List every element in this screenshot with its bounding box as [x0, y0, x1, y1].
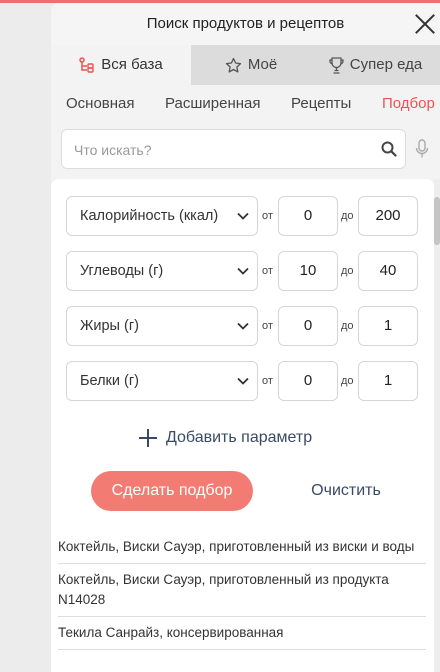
- subtab-basic[interactable]: Основная: [66, 85, 135, 123]
- results-list: Коктейль, Виски Сауэр, приготовленный из…: [58, 531, 426, 650]
- dialog-title: Поиск продуктов и рецептов: [51, 3, 440, 45]
- trophy-icon: [329, 56, 344, 74]
- subtab-bar: Основная Расширенная Рецепты Подбор: [51, 85, 440, 123]
- parameter-value: Углеводы (г): [80, 263, 164, 279]
- tab-super-food[interactable]: Супер еда: [311, 45, 440, 85]
- tab-label: Моё: [247, 56, 278, 73]
- subtab-advanced[interactable]: Расширенная: [165, 85, 260, 123]
- to-label: до: [341, 320, 354, 332]
- parameter-select[interactable]: Белки (г): [66, 361, 258, 401]
- chevron-down-icon: [237, 377, 249, 385]
- parameter-value: Жиры (г): [80, 318, 139, 334]
- min-value-input[interactable]: 10: [278, 251, 338, 291]
- tab-all-database[interactable]: Вся база: [51, 45, 191, 85]
- filter-row: Жиры (г) от 0 до 1: [66, 306, 418, 346]
- from-label: от: [262, 265, 273, 277]
- chevron-down-icon: [237, 322, 249, 330]
- min-value-input[interactable]: 0: [278, 306, 338, 346]
- chevron-down-icon: [237, 267, 249, 275]
- from-label: от: [262, 210, 273, 222]
- subtab-selection[interactable]: Подбор: [382, 85, 435, 123]
- filter-row: Белки (г) от 0 до 1: [66, 361, 418, 401]
- tab-label: Супер еда: [349, 56, 423, 73]
- parameter-select[interactable]: Углеводы (г): [66, 251, 258, 291]
- search-input[interactable]: [72, 130, 376, 170]
- from-label: от: [262, 375, 273, 387]
- to-label: до: [341, 375, 354, 387]
- search-icon[interactable]: [381, 141, 397, 157]
- submit-selection-button[interactable]: Сделать подбор: [91, 471, 253, 511]
- search-box: [61, 129, 406, 170]
- microphone-icon[interactable]: [415, 139, 429, 159]
- max-value-input[interactable]: 200: [358, 196, 418, 236]
- parameter-value: Белки (г): [80, 373, 139, 389]
- filter-row: Калорийность (ккал) от 0 до 200: [66, 196, 418, 236]
- close-icon[interactable]: [413, 12, 437, 36]
- min-value-input[interactable]: 0: [278, 196, 338, 236]
- scrollbar[interactable]: [434, 179, 440, 672]
- clear-button[interactable]: Очистить: [276, 471, 416, 511]
- plus-icon: [139, 429, 157, 447]
- scrollbar-thumb[interactable]: [434, 197, 440, 245]
- star-icon: [225, 57, 241, 73]
- to-label: до: [341, 265, 354, 277]
- list-item[interactable]: Текила Санрайз, консервированная: [58, 617, 426, 650]
- filter-card: Калорийность (ккал) от 0 до 200 Углеводы…: [51, 179, 434, 672]
- add-parameter-button[interactable]: Добавить параметр: [138, 423, 312, 453]
- max-value-input[interactable]: 40: [358, 251, 418, 291]
- min-value-input[interactable]: 0: [278, 361, 338, 401]
- list-item[interactable]: Коктейль, Виски Сауэр, приготовленный из…: [58, 564, 426, 617]
- add-parameter-label: Добавить параметр: [166, 429, 313, 446]
- tree-icon: [79, 57, 94, 73]
- max-value-input[interactable]: 1: [358, 306, 418, 346]
- subtab-recipes[interactable]: Рецепты: [291, 85, 351, 123]
- list-item[interactable]: Коктейль, Виски Сауэр, приготовленный из…: [58, 531, 426, 564]
- to-label: до: [341, 210, 354, 222]
- parameter-select[interactable]: Калорийность (ккал): [66, 196, 258, 236]
- parameter-value: Калорийность (ккал): [80, 208, 219, 224]
- from-label: от: [262, 320, 273, 332]
- search-dialog: Поиск продуктов и рецептов Вся база Моё …: [51, 3, 440, 672]
- filter-row: Углеводы (г) от 10 до 40: [66, 251, 418, 291]
- tab-bar: Вся база Моё Супер еда: [51, 45, 440, 85]
- max-value-input[interactable]: 1: [358, 361, 418, 401]
- tab-mine[interactable]: Моё: [191, 45, 311, 85]
- chevron-down-icon: [237, 212, 249, 220]
- tab-label: Вся база: [101, 56, 163, 73]
- parameter-select[interactable]: Жиры (г): [66, 306, 258, 346]
